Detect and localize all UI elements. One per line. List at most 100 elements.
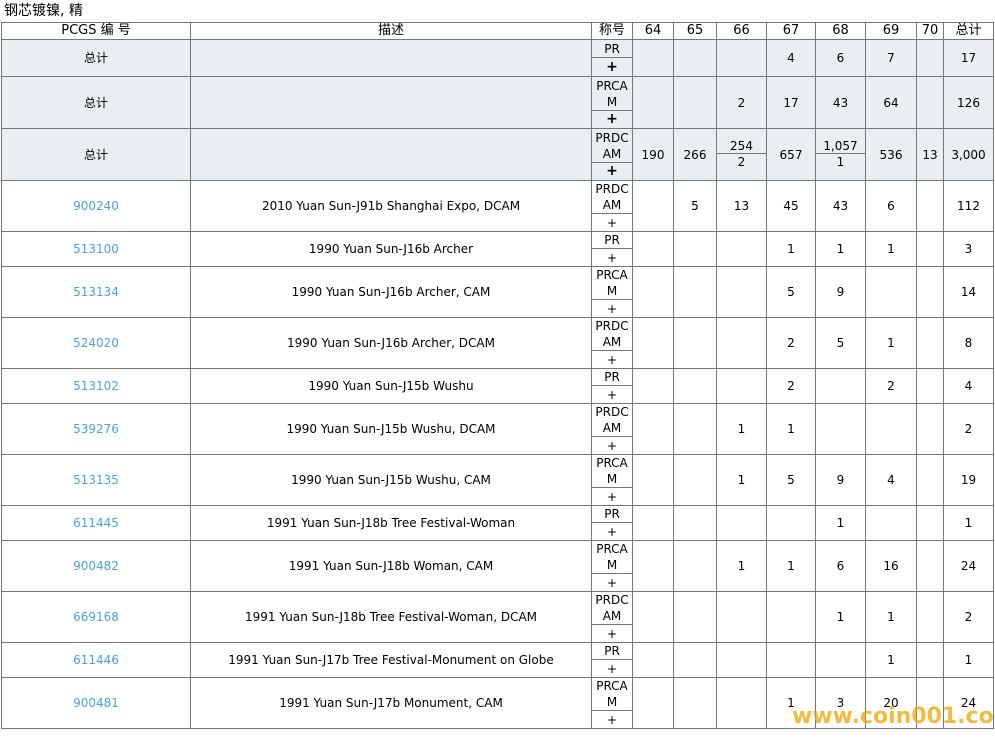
summary-row: 总计 PRCAM +2 17 43 64 126 [1,76,994,129]
pcgs-number-cell: 900482 [1,540,191,592]
grade-count-66: 13 [716,180,767,232]
designation-cell: PRCAM + [591,454,633,506]
plus-toggle[interactable]: + [592,436,632,454]
table-row: 524020 1990 Yuan Sun-J16b Archer, DCAM PRD… [1,317,994,369]
grade-count-70 [916,591,944,643]
designation-label: PR [604,370,620,384]
grade-count-64 [632,231,674,267]
plus-toggle[interactable]: + [592,299,632,317]
grade-count-67 [766,505,816,541]
summary-label: 总计 [1,39,191,77]
pcgs-number-link[interactable]: 513100 [73,242,119,256]
grade-count-68: 1 [815,231,866,267]
designation-cell: PR + [591,505,633,541]
grade-count-67 [766,591,816,643]
designation-cell: PRDCAM + [591,180,633,232]
grade-count-value: 1,057 [823,138,858,153]
grade-count-64 [632,677,674,729]
plus-toggle[interactable]: + [592,710,632,728]
grade-count-70 [916,642,944,678]
summary-desc [190,76,592,129]
header-row: PCGS 编 号 描述 称号 64 65 66 67 68 69 70 总计 [1,22,994,40]
plus-toggle[interactable]: + [592,522,632,540]
pcgs-number-link[interactable]: 513135 [73,473,119,487]
pcgs-number-link[interactable]: 513134 [73,285,119,299]
plus-toggle[interactable]: + [592,109,632,128]
grade-count-69 [865,403,917,455]
grade-count-70 [916,368,944,404]
grade-count-64 [632,76,674,129]
summary-total: 3,000 [943,128,994,181]
header-designation: 称号 [591,22,633,40]
row-total: 4 [943,368,994,404]
summary-label: 总计 [1,128,191,181]
row-total: 1 [943,505,994,541]
designation-cell: PR + [591,642,633,678]
pcgs-number-link[interactable]: 900482 [73,559,119,573]
grade-count-67: 17 [766,76,816,129]
pcgs-number-link[interactable]: 900240 [73,199,119,213]
grade-count-66 [716,505,767,541]
pcgs-number-link[interactable]: 611446 [73,653,119,667]
designation-label: PRDCAM [595,405,629,435]
pcgs-number-cell: 611446 [1,642,191,678]
plus-toggle[interactable]: + [592,659,632,677]
grade-count-66: 1 [716,403,767,455]
grade-count-67: 45 [766,180,816,232]
row-total: 14 [943,266,994,318]
grade-count-69: 1 [865,591,917,643]
grade-count-70 [916,76,944,129]
pcgs-number-link[interactable]: 900481 [73,696,119,710]
grade-count-69: 1 [865,317,917,369]
coin-description: 1991 Yuan Sun-J17b Tree Festival-Monumen… [190,642,592,678]
grade-count-65 [673,368,717,404]
plus-toggle[interactable]: + [592,350,632,368]
designation-label: PR [604,42,620,56]
plus-toggle[interactable]: + [592,385,632,403]
pcgs-number-link[interactable]: 669168 [73,610,119,624]
designation-label: PRCAM [596,456,628,486]
grade-plus-count: 1 [816,152,865,171]
grade-count-66 [716,677,767,729]
coin-description: 1990 Yuan Sun-J15b Wushu [190,368,592,404]
row-total: 112 [943,180,994,232]
grade-count-66 [716,591,767,643]
header-grade-66: 66 [716,22,767,40]
designation-label: PR [604,507,620,521]
grade-count-65 [673,591,717,643]
plus-toggle[interactable]: + [592,213,632,231]
designation-cell: PRDCAM + [591,591,633,643]
grade-count-69 [865,505,917,541]
grade-count-64 [632,39,674,77]
designation-label: PRCAM [596,542,628,572]
pcgs-number-link[interactable]: 524020 [73,336,119,350]
pcgs-number-link[interactable]: 539276 [73,422,119,436]
plus-toggle[interactable]: + [592,624,632,642]
pcgs-number-cell: 513134 [1,266,191,318]
grade-count-64 [632,317,674,369]
grade-count-65: 5 [673,180,717,232]
grade-count-65 [673,505,717,541]
pcgs-number-link[interactable]: 513102 [73,379,119,393]
grade-count-64 [632,368,674,404]
coin-description: 1991 Yuan Sun-J17b Monument, CAM [190,677,592,729]
designation-label: PR [604,644,620,658]
grade-count-65 [673,403,717,455]
designation-cell: PRCAM + [591,540,633,592]
plus-toggle[interactable]: + [592,248,632,266]
pcgs-number-link[interactable]: 611445 [73,516,119,530]
designation-cell: PRDCAM + [591,317,633,369]
plus-toggle[interactable]: + [592,161,632,180]
plus-toggle[interactable]: + [592,57,632,75]
grade-count-65 [673,677,717,729]
plus-toggle[interactable]: + [592,487,632,505]
coin-description: 1990 Yuan Sun-J15b Wushu, DCAM [190,403,592,455]
designation-cell: PRCAM + [591,266,633,318]
grade-count-68: 9 [815,454,866,506]
grade-count-66: 1 [716,454,767,506]
grade-count-70 [916,266,944,318]
plus-toggle[interactable]: + [592,573,632,591]
grade-count-65 [673,642,717,678]
pcgs-number-cell: 513100 [1,231,191,267]
designation-label: PRDCAM [595,593,629,623]
